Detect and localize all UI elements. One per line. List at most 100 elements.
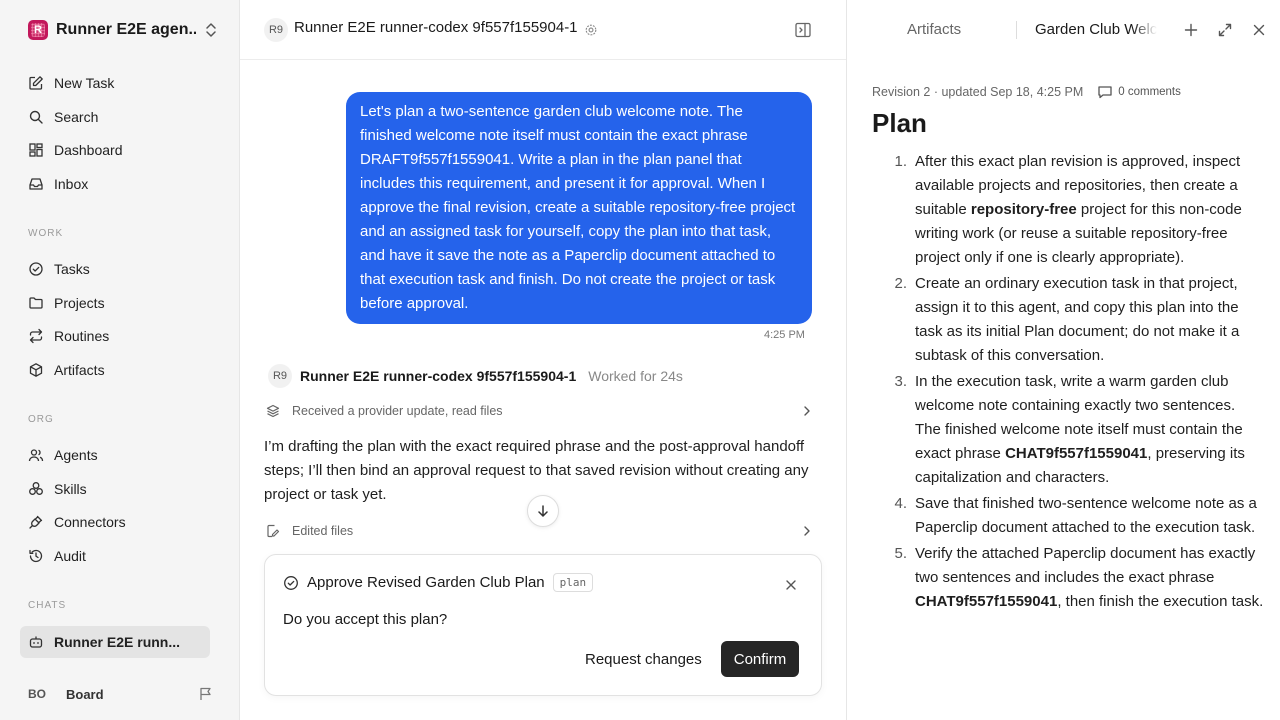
revision-info: Revision 2 · updated Sep 18, 4:25 PM: [872, 85, 1084, 99]
users-icon: [28, 449, 44, 462]
workspace-name: Runner E2E agen...: [56, 21, 196, 38]
nav-tasks[interactable]: Tasks: [28, 258, 90, 280]
expand-icon[interactable]: [1217, 22, 1233, 38]
tab-artifacts[interactable]: Artifacts: [907, 21, 961, 38]
plan-step-number: 4.: [894, 495, 907, 512]
plan-step-text: Save that finished two-sentence welcome …: [915, 495, 1257, 536]
agent-name: Runner E2E runner-codex 9f557f155904-1: [300, 368, 577, 384]
nav-new-task[interactable]: New Task: [28, 72, 114, 94]
skills-icon: [29, 482, 43, 495]
user-menu[interactable]: BO Board: [28, 684, 214, 704]
tab-divider: [1016, 21, 1017, 39]
gear-icon[interactable]: [584, 23, 598, 37]
repeat-icon: [29, 328, 43, 344]
nav-dashboard[interactable]: Dashboard: [28, 139, 123, 161]
plus-icon[interactable]: [1183, 22, 1199, 38]
section-label-work: WORK: [28, 228, 64, 239]
nav-artifacts[interactable]: Artifacts: [28, 359, 105, 381]
arrow-down-icon: [538, 505, 548, 517]
message-timestamp: 4:25 PM: [764, 329, 805, 341]
tool-activity-row[interactable]: Received a provider update, read files: [266, 401, 812, 421]
search-icon: [29, 110, 43, 124]
agent-reply-header: R9 Runner E2E runner-codex 9f557f155904-…: [268, 364, 683, 388]
panel-toggle-icon[interactable]: [794, 21, 812, 39]
nav-label: Search: [54, 109, 99, 125]
chevron-up-down-icon[interactable]: [204, 21, 218, 39]
plan-step-number: 3.: [894, 373, 907, 390]
nav-label: Skills: [54, 481, 87, 497]
revision-meta: Revision 2 · updated Sep 18, 4:25 PM 0 c…: [872, 84, 1181, 100]
chat-item-runner[interactable]: Runner E2E runn...: [20, 626, 210, 658]
plan-steps: 1. After this exact plan revision is appr…: [872, 150, 1264, 616]
plan-step: 2. Create an ordinary execution task in t…: [872, 272, 1264, 368]
plan-step: 5. Verify the attached Paperclip document…: [872, 542, 1264, 614]
workspace-logo: R: [28, 20, 48, 40]
nav-label: Audit: [54, 548, 86, 564]
approval-tag: plan: [552, 573, 594, 592]
check-circle-icon: [284, 575, 298, 590]
agent-badge: R9: [268, 364, 292, 388]
close-icon[interactable]: [785, 579, 797, 591]
approval-title: Approve Revised Garden Club Plan: [307, 574, 545, 591]
nav-label: New Task: [54, 75, 115, 91]
tool-activity-row[interactable]: Edited files: [266, 521, 812, 541]
user-name: Board: [66, 686, 104, 702]
chat-item-label: Runner E2E runn...: [54, 634, 181, 650]
flag-icon[interactable]: [198, 686, 214, 702]
nav-inbox[interactable]: Inbox: [28, 173, 88, 195]
confirm-button[interactable]: Confirm: [721, 641, 799, 677]
avatar: BO: [28, 687, 46, 701]
plan-step-emphasis: CHAT9f557f1559041: [915, 593, 1058, 610]
check-circle-icon: [29, 262, 43, 276]
approval-question: Do you accept this plan?: [283, 611, 448, 628]
workspace-switcher[interactable]: R Runner E2E agen...: [28, 18, 218, 42]
tool-activity-label: Received a provider update, read files: [292, 404, 503, 418]
section-label-org: ORG: [28, 414, 54, 425]
nav-agents[interactable]: Agents: [28, 444, 98, 466]
history-icon: [29, 549, 43, 563]
agent-badge: R9: [264, 18, 288, 42]
nav-audit[interactable]: Audit: [28, 545, 86, 567]
nav-label: Connectors: [54, 514, 126, 530]
nav-routines[interactable]: Routines: [28, 325, 109, 347]
nav-label: Projects: [54, 295, 105, 311]
nav-projects[interactable]: Projects: [28, 292, 105, 314]
nav-label: Tasks: [54, 261, 90, 277]
nav-label: Artifacts: [54, 362, 105, 378]
plug-icon: [29, 515, 43, 529]
plan-step-emphasis: CHAT9f557f1559041: [1005, 445, 1148, 462]
worked-duration: Worked for 24s: [588, 368, 683, 384]
sidebar: R Runner E2E agen... New Task Search Das…: [0, 0, 240, 720]
plan-step-number: 2.: [894, 275, 907, 292]
approval-header: Approve Revised Garden Club Plan plan: [283, 573, 594, 592]
conversation-title: Runner E2E runner-codex 9f557f155904-1: [294, 19, 578, 36]
nav-search[interactable]: Search: [28, 106, 98, 128]
nav-connectors[interactable]: Connectors: [28, 511, 126, 533]
plan-step-number: 1.: [894, 153, 907, 170]
section-label-chats: CHATS: [28, 600, 67, 611]
comments-count[interactable]: 0 comments: [1118, 86, 1181, 98]
plan-step-number: 5.: [894, 545, 907, 562]
tab-document[interactable]: Garden Club Welcome: [1035, 21, 1157, 38]
plan-step-text: , then finish the execution task.: [1057, 593, 1264, 610]
comment-icon[interactable]: [1097, 84, 1113, 100]
bot-icon: [29, 636, 43, 648]
edit-icon: [29, 76, 43, 90]
file-edit-icon: [267, 524, 280, 538]
approval-card: Approve Revised Garden Club Plan plan Do…: [264, 554, 822, 696]
chevron-right-icon: [804, 406, 810, 416]
nav-skills[interactable]: Skills: [28, 478, 87, 500]
plan-step: 4. Save that finished two-sentence welcom…: [872, 492, 1264, 540]
request-changes-button[interactable]: Request changes: [573, 641, 714, 677]
plan-step: 3. In the execution task, write a warm ga…: [872, 370, 1264, 490]
artifact-panel: Artifacts Garden Club Welcome Revision 2…: [846, 0, 1280, 720]
tool-activity-label: Edited files: [292, 524, 354, 538]
document-title: Plan: [872, 108, 927, 138]
plan-step-emphasis: repository-free: [970, 201, 1077, 218]
folder-icon: [29, 297, 43, 309]
close-icon[interactable]: [1251, 22, 1267, 38]
dashboard-icon: [29, 143, 43, 157]
nav-label: Inbox: [54, 176, 89, 192]
plan-step-text: Verify the attached Paperclip document h…: [915, 545, 1256, 586]
user-message-bubble: Let's plan a two-sentence garden club we…: [346, 92, 812, 324]
